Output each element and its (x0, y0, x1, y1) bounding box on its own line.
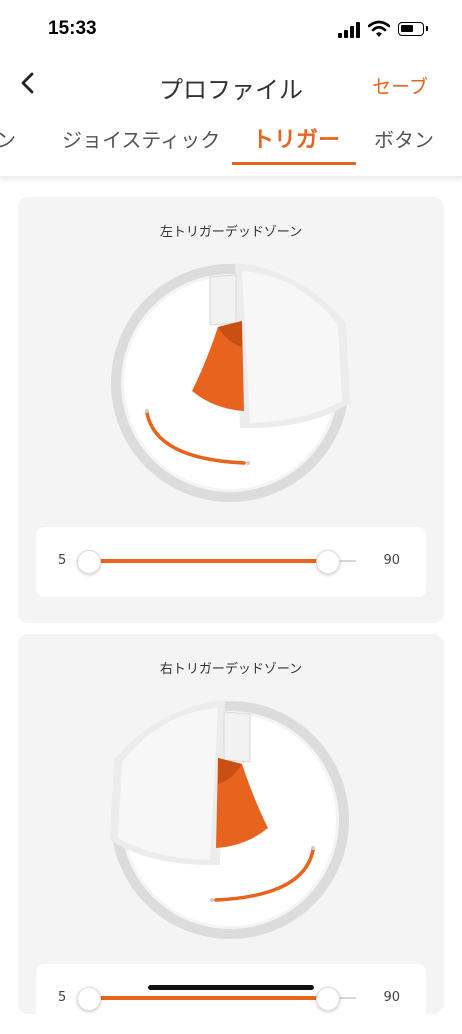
right-trigger-deadzone-card: 右トリガーデッドゾーン 5 90 (18, 634, 444, 1034)
slider-max-thumb[interactable] (316, 550, 340, 574)
cellular-signal-icon (338, 22, 362, 38)
active-tab-indicator (232, 162, 356, 165)
save-button[interactable]: セーブ (372, 72, 428, 99)
slider-max-value: 90 (383, 990, 400, 1005)
navigation-bar: プロファイル セーブ (0, 60, 462, 106)
tab-joystick[interactable]: ジョイスティック (62, 124, 220, 153)
wifi-icon (368, 20, 390, 37)
left-trigger-deadzone-card: 左トリガーデッドゾーン 5 90 (18, 197, 444, 623)
tab-button[interactable]: ボタン (374, 124, 434, 153)
left-trigger-illustration (111, 263, 350, 502)
right-deadzone-slider[interactable]: 5 90 (36, 964, 426, 1034)
status-bar: 15:33 (0, 0, 462, 60)
slider-max-thumb[interactable] (316, 987, 340, 1011)
slider-range-fill (88, 559, 328, 563)
slider-range-fill (88, 996, 328, 1000)
slider-min-thumb[interactable] (77, 550, 101, 574)
slider-min-value: 5 (58, 990, 67, 1005)
slider-min-thumb[interactable] (77, 987, 101, 1011)
status-time: 15:33 (48, 18, 97, 39)
tab-partial[interactable]: ン (0, 124, 16, 153)
left-deadzone-slider[interactable]: 5 90 (36, 527, 426, 597)
home-indicator (148, 985, 314, 990)
left-trigger-title: 左トリガーデッドゾーン (159, 225, 303, 240)
tab-trigger[interactable]: トリガー (252, 122, 340, 154)
slider-max-value: 90 (383, 553, 400, 568)
right-trigger-illustration (110, 700, 349, 939)
right-trigger-title: 右トリガーデッドゾーン (159, 662, 303, 677)
slider-min-value: 5 (58, 553, 67, 568)
tab-bar: ン ジョイスティック トリガー ボタン (0, 110, 462, 177)
battery-icon (398, 22, 428, 36)
